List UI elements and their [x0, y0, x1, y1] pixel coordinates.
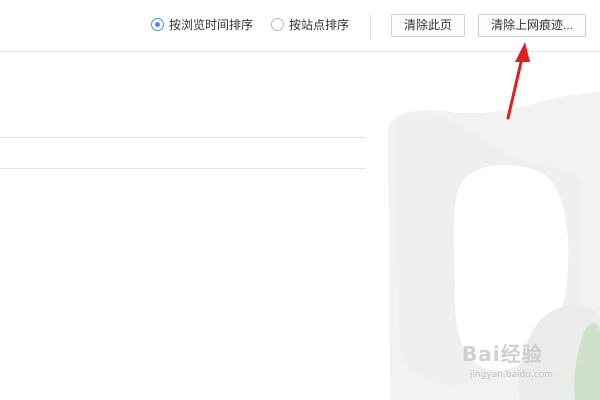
sort-by-site-label: 按站点排序 — [289, 18, 350, 32]
sort-by-time-label: 按浏览时间排序 — [169, 18, 254, 32]
clear-browsing-traces-button[interactable]: 清除上网痕迹... — [478, 14, 586, 37]
baidu-jingyan-watermark-logo: Bai经验 — [462, 342, 543, 366]
toolbar-divider — [370, 14, 371, 40]
baidu-jingyan-watermark-url: jingyan.baidu.com — [470, 370, 554, 380]
sort-by-time-radio[interactable] — [151, 18, 164, 31]
annotation-arrow — [506, 56, 524, 120]
sort-options: 按浏览时间排序 按站点排序 — [151, 16, 349, 33]
decorative-shape — [574, 323, 600, 400]
list-divider — [0, 137, 366, 138]
history-toolbar: 按浏览时间排序 按站点排序 清除此页 清除上网痕迹... — [0, 0, 600, 52]
sort-by-time-option[interactable]: 按浏览时间排序 — [151, 16, 253, 33]
history-page: 按浏览时间排序 按站点排序 清除此页 清除上网痕迹... Bai经验 jingy… — [0, 0, 600, 400]
list-divider — [0, 168, 366, 169]
sort-by-site-radio[interactable] — [271, 18, 285, 31]
sort-by-site-option[interactable]: 按站点排序 — [271, 16, 349, 33]
clear-page-button[interactable]: 清除此页 — [391, 14, 465, 37]
